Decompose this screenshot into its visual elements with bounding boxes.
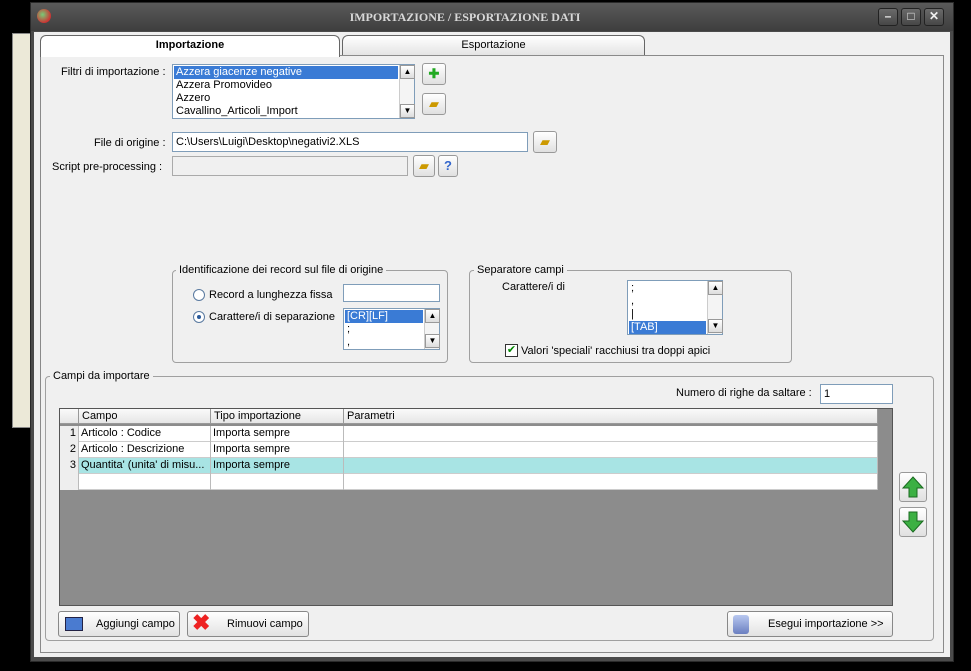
cell-parametri[interactable] bbox=[344, 458, 878, 474]
cell-tipo[interactable]: Importa sempre bbox=[211, 442, 344, 458]
field-separator-title: Separatore campi bbox=[474, 264, 567, 276]
fixed-length-input[interactable] bbox=[343, 284, 440, 302]
script-help-icon[interactable]: ? bbox=[438, 155, 458, 177]
field-sep-item[interactable]: ; bbox=[629, 282, 706, 295]
separator-scrollbar[interactable]: ▲ ▼ bbox=[424, 309, 440, 349]
record-id-title: Identificazione dei record sul file di o… bbox=[176, 264, 387, 276]
field-sep-item[interactable]: , bbox=[629, 295, 706, 308]
remove-field-label: Rimuovi campo bbox=[227, 618, 303, 630]
script-label: Script pre-processing : bbox=[52, 161, 163, 173]
add-field-label: Aggiungi campo bbox=[96, 618, 175, 630]
cell-parametri[interactable] bbox=[344, 474, 878, 490]
scroll-up-icon[interactable]: ▲ bbox=[425, 309, 440, 323]
separator-radio[interactable] bbox=[193, 311, 205, 323]
open-filter-folder-icon[interactable]: ▰ bbox=[422, 93, 446, 115]
scroll-down-icon[interactable]: ▼ bbox=[425, 334, 440, 348]
filter-item[interactable]: Azzera giacenze negative bbox=[174, 66, 398, 79]
add-field-button[interactable]: Aggiungi campo bbox=[58, 611, 180, 637]
run-import-button[interactable]: Esegui importazione >> bbox=[727, 611, 893, 637]
special-values-label: Valori 'speciali' racchiusi tra doppi ap… bbox=[521, 345, 711, 357]
field-sep-item[interactable]: | bbox=[629, 308, 706, 321]
add-filter-button[interactable]: ✚ bbox=[422, 63, 446, 85]
filter-item[interactable]: Cavallino_Articoli_Import bbox=[174, 105, 398, 118]
cell-tipo[interactable]: Importa sempre bbox=[211, 458, 344, 474]
move-down-button[interactable] bbox=[899, 507, 927, 537]
fixed-length-radio[interactable] bbox=[193, 289, 205, 301]
column-header-parametri[interactable]: Parametri bbox=[344, 409, 878, 424]
column-header-campo[interactable]: Campo bbox=[79, 409, 211, 424]
window-title: IMPORTAZIONE / ESPORTAZIONE DATI bbox=[349, 10, 581, 24]
move-up-button[interactable] bbox=[899, 472, 927, 502]
cell-campo[interactable] bbox=[79, 474, 211, 490]
filters-label: Filtri di importazione : bbox=[61, 66, 166, 78]
cell-parametri[interactable] bbox=[344, 426, 878, 442]
record-separator-list[interactable]: [CR][LF] ; , ▲ ▼ bbox=[343, 308, 440, 350]
maximize-button[interactable]: □ bbox=[901, 8, 921, 26]
remove-x-icon: ✖ bbox=[192, 610, 211, 635]
tab-importazione[interactable]: Importazione bbox=[40, 35, 340, 57]
row-number bbox=[60, 474, 79, 490]
scroll-down-icon[interactable]: ▼ bbox=[708, 319, 723, 333]
skip-rows-label: Numero di righe da saltare : bbox=[676, 387, 812, 399]
filter-item[interactable]: Azzero bbox=[174, 92, 398, 105]
table-row-new[interactable] bbox=[60, 474, 878, 490]
separator-item[interactable]: [CR][LF] bbox=[345, 310, 423, 323]
source-file-input[interactable]: C:\Users\Luigi\Desktop\negativi2.XLS bbox=[172, 132, 528, 152]
filters-list[interactable]: Azzera giacenze negative Azzera Promovid… bbox=[172, 64, 415, 119]
field-separator-list[interactable]: ; , | [TAB] ▲ ▼ bbox=[627, 280, 723, 335]
fixed-length-label: Record a lunghezza fissa bbox=[209, 289, 333, 301]
table-row[interactable]: 1 Articolo : Codice Importa sempre bbox=[60, 426, 878, 442]
table-row[interactable]: 2 Articolo : Descrizione Importa sempre bbox=[60, 442, 878, 458]
separator-label: Carattere/i di separazione bbox=[209, 311, 335, 323]
cell-campo[interactable]: Articolo : Codice bbox=[79, 426, 211, 442]
title-bar[interactable]: IMPORTAZIONE / ESPORTAZIONE DATI – □ ✕ bbox=[31, 3, 953, 31]
fields-title: Campi da importare bbox=[50, 370, 153, 382]
column-header-tipo[interactable]: Tipo importazione bbox=[211, 409, 344, 424]
cell-tipo[interactable] bbox=[211, 474, 344, 490]
row-number: 2 bbox=[60, 442, 79, 458]
field-sep-item[interactable]: [TAB] bbox=[629, 321, 706, 334]
filters-scrollbar[interactable]: ▲ ▼ bbox=[399, 65, 415, 118]
scroll-up-icon[interactable]: ▲ bbox=[708, 281, 723, 295]
cell-tipo[interactable]: Importa sempre bbox=[211, 426, 344, 442]
grid-corner bbox=[60, 409, 79, 424]
skip-rows-input[interactable]: 1 bbox=[820, 384, 893, 404]
table-row[interactable]: 3 Quantita' (unita' di misu... Importa s… bbox=[60, 458, 878, 474]
scroll-down-icon[interactable]: ▼ bbox=[400, 104, 415, 118]
cell-campo[interactable]: Articolo : Descrizione bbox=[79, 442, 211, 458]
fields-grid[interactable]: Campo Tipo importazione Parametri 1 Arti… bbox=[59, 408, 893, 606]
separator-item[interactable]: ; bbox=[345, 323, 423, 336]
scroll-up-icon[interactable]: ▲ bbox=[400, 65, 415, 79]
row-number: 3 bbox=[60, 458, 79, 474]
arrow-down-icon bbox=[901, 511, 925, 533]
browse-folder-icon[interactable]: ▰ bbox=[533, 131, 557, 153]
tab-esportazione[interactable]: Esportazione bbox=[342, 35, 645, 55]
special-values-checkbox[interactable]: ✔ bbox=[505, 344, 518, 357]
run-import-label: Esegui importazione >> bbox=[768, 618, 884, 630]
remove-field-button[interactable]: ✖ Rimuovi campo bbox=[187, 611, 309, 637]
script-input[interactable] bbox=[172, 156, 408, 176]
close-button[interactable]: ✕ bbox=[924, 8, 944, 26]
cell-parametri[interactable] bbox=[344, 442, 878, 458]
field-sep-char-label: Carattere/i di bbox=[502, 281, 565, 293]
script-folder-icon[interactable]: ▰ bbox=[413, 155, 435, 177]
separator-item[interactable]: , bbox=[345, 336, 423, 349]
database-icon bbox=[733, 615, 749, 634]
add-field-icon bbox=[65, 617, 83, 631]
minimize-button[interactable]: – bbox=[878, 8, 898, 26]
field-sep-scrollbar[interactable]: ▲ ▼ bbox=[707, 281, 723, 334]
source-file-label: File di origine : bbox=[94, 137, 166, 149]
filter-item[interactable]: Azzera Promovideo bbox=[174, 79, 398, 92]
row-number: 1 bbox=[60, 426, 79, 442]
cell-campo[interactable]: Quantita' (unita' di misu... bbox=[79, 458, 211, 474]
arrow-up-icon bbox=[901, 476, 925, 498]
